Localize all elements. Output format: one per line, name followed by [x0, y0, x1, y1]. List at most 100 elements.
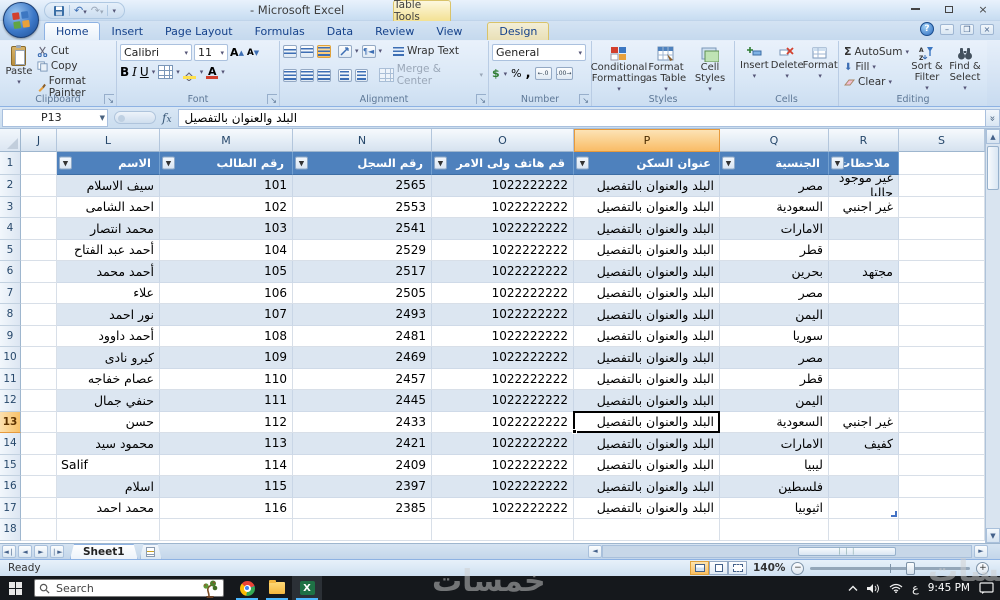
taskbar-excel-icon[interactable]: X — [292, 576, 322, 600]
cell-Q11[interactable]: قطر — [720, 369, 829, 391]
taskbar-clock[interactable]: 9:45 PM — [928, 582, 970, 594]
scroll-up-icon[interactable]: ▲ — [986, 129, 1000, 144]
borders-icon[interactable] — [158, 65, 173, 79]
filter-icon-P[interactable]: ▼ — [576, 157, 589, 170]
office-button[interactable] — [3, 2, 39, 38]
cell-P16[interactable]: البلد والعنوان بالتفصيل — [574, 476, 720, 498]
cell-P7[interactable]: البلد والعنوان بالتفصيل — [574, 283, 720, 305]
conditional-formatting-button[interactable]: Conditional Formatting▾ — [595, 44, 643, 97]
decrease-decimal-button[interactable]: .00→ — [556, 67, 573, 80]
cell-N5[interactable]: 2529 — [293, 240, 432, 262]
workbook-close-button[interactable]: × — [980, 24, 994, 35]
cell-Q15[interactable]: ليبيا — [720, 455, 829, 477]
accounting-format-button[interactable]: $ — [492, 67, 500, 80]
tab-review[interactable]: Review — [364, 22, 425, 40]
merge-center-button[interactable]: Merge & Center▾ — [377, 62, 485, 88]
cell-O2[interactable]: 1022222222 — [432, 175, 574, 197]
cell-J7[interactable] — [21, 283, 57, 305]
cell-N18[interactable] — [293, 519, 432, 541]
cell-O6[interactable]: 1022222222 — [432, 261, 574, 283]
cell-O11[interactable]: 1022222222 — [432, 369, 574, 391]
cell-L9[interactable]: أحمد داوود — [57, 326, 160, 348]
cell-Q3[interactable]: السعودية — [720, 197, 829, 219]
increase-decimal-button[interactable]: ←.0 — [535, 67, 552, 80]
cell-N4[interactable]: 2541 — [293, 218, 432, 240]
cell-R16[interactable] — [829, 476, 899, 498]
cell-M12[interactable]: 111 — [160, 390, 293, 412]
table-resize-handle[interactable] — [891, 511, 897, 517]
align-right-button[interactable] — [317, 69, 331, 82]
cell-O10[interactable]: 1022222222 — [432, 347, 574, 369]
cell-L16[interactable]: اسلام — [57, 476, 160, 498]
fill-button[interactable]: ⬇Fill▾ — [842, 60, 908, 74]
row-header-9[interactable]: 9 — [0, 326, 21, 348]
cell-L15[interactable]: Salif — [57, 455, 160, 477]
minimize-button[interactable] — [906, 2, 924, 16]
cell-R6[interactable]: مجتهد — [829, 261, 899, 283]
cell-R2[interactable]: غير موجود حاليا — [829, 175, 899, 197]
vertical-scroll-thumb[interactable] — [987, 146, 999, 190]
row-header-12[interactable]: 12 — [0, 390, 21, 412]
qat-customize-button[interactable]: ▾ — [112, 7, 116, 15]
name-box[interactable]: P13▼ — [2, 109, 108, 127]
cell-Q9[interactable]: سوريا — [720, 326, 829, 348]
scroll-left-icon[interactable]: ◄ — [588, 545, 602, 558]
cell-S8[interactable] — [899, 304, 985, 326]
cell-R13[interactable]: غير اجنبي — [829, 412, 899, 434]
cell-S2[interactable] — [899, 175, 985, 197]
cell-S18[interactable] — [899, 519, 985, 541]
column-header-M[interactable]: M — [160, 129, 293, 152]
delete-cells-button[interactable]: Delete▾ — [771, 44, 804, 84]
cell-N14[interactable]: 2421 — [293, 433, 432, 455]
cell-N9[interactable]: 2481 — [293, 326, 432, 348]
workbook-minimize-button[interactable]: – — [940, 24, 954, 35]
cell-R5[interactable] — [829, 240, 899, 262]
scroll-down-icon[interactable]: ▼ — [986, 528, 1000, 543]
tab-page-layout[interactable]: Page Layout — [154, 22, 244, 40]
cell-P11[interactable]: البلد والعنوان بالتفصيل — [574, 369, 720, 391]
cell-R8[interactable] — [829, 304, 899, 326]
column-header-S[interactable]: S — [899, 129, 985, 152]
cell-M15[interactable]: 114 — [160, 455, 293, 477]
decrease-indent-button[interactable] — [338, 69, 352, 82]
filter-icon-O[interactable]: ▼ — [434, 157, 447, 170]
cut-button[interactable]: Cut — [35, 44, 113, 58]
alignment-dialog-launcher[interactable]: ↘ — [476, 94, 486, 104]
taskbar-explorer-icon[interactable] — [262, 576, 292, 600]
cell-S10[interactable] — [899, 347, 985, 369]
cell-P2[interactable]: البلد والعنوان بالتفصيل — [574, 175, 720, 197]
cell-S16[interactable] — [899, 476, 985, 498]
help-icon[interactable]: ? — [920, 22, 934, 36]
cell-J1[interactable] — [21, 152, 57, 175]
cell-S1[interactable] — [899, 152, 985, 175]
cell-L7[interactable]: علاء — [57, 283, 160, 305]
cell-P4[interactable]: البلد والعنوان بالتفصيل — [574, 218, 720, 240]
row-header-2[interactable]: 2 — [0, 175, 21, 197]
cell-M18[interactable] — [160, 519, 293, 541]
comma-style-button[interactable]: , — [526, 66, 531, 81]
zoom-slider-thumb[interactable] — [906, 562, 915, 575]
cell-P5[interactable]: البلد والعنوان بالتفصيل — [574, 240, 720, 262]
language-indicator[interactable]: ع — [912, 582, 919, 595]
cell-L2[interactable]: سيف الاسلام — [57, 175, 160, 197]
cell-N13[interactable]: 2433 — [293, 412, 432, 434]
row-header-15[interactable]: 15 — [0, 455, 21, 477]
format-as-table-button[interactable]: Format as Table▾ — [643, 44, 689, 97]
cell-M3[interactable]: 102 — [160, 197, 293, 219]
tab-view[interactable]: View — [425, 22, 473, 40]
cell-J14[interactable] — [21, 433, 57, 455]
cell-O15[interactable]: 1022222222 — [432, 455, 574, 477]
align-bottom-button[interactable] — [317, 45, 331, 58]
cell-Q14[interactable]: الامارات — [720, 433, 829, 455]
cell-M4[interactable]: 103 — [160, 218, 293, 240]
cell-Q4[interactable]: الامارات — [720, 218, 829, 240]
cell-L14[interactable]: محمود سيد — [57, 433, 160, 455]
cell-Q5[interactable]: قطر — [720, 240, 829, 262]
cell-O3[interactable]: 1022222222 — [432, 197, 574, 219]
bold-button[interactable]: B — [120, 65, 129, 79]
number-dialog-launcher[interactable]: ↘ — [579, 94, 589, 104]
cell-P3[interactable]: البلد والعنوان بالتفصيل — [574, 197, 720, 219]
cell-M5[interactable]: 104 — [160, 240, 293, 262]
wrap-text-button[interactable]: Wrap Text — [391, 44, 461, 58]
cell-L11[interactable]: عصام خفاجه — [57, 369, 160, 391]
